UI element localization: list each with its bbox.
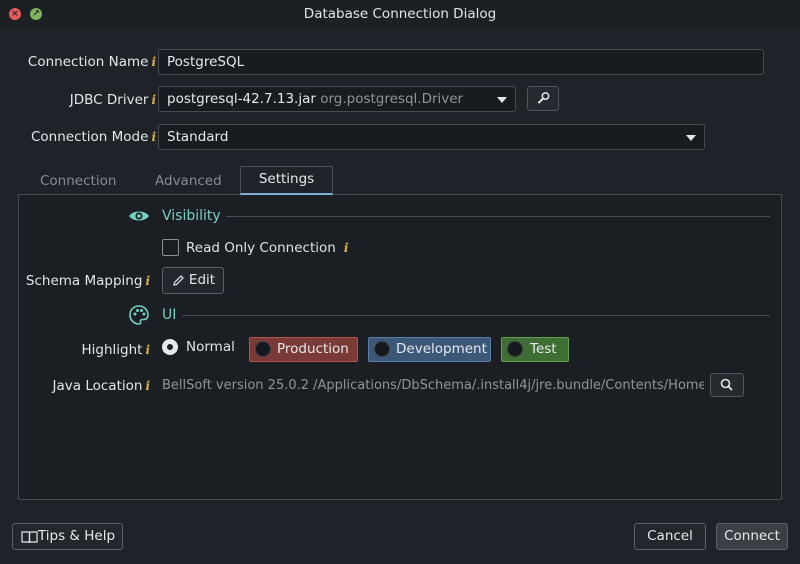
highlight-test-option[interactable]: Test xyxy=(501,337,569,362)
connection-name-input[interactable]: PostgreSQL xyxy=(158,49,764,75)
connect-button[interactable]: Connect xyxy=(716,523,788,550)
highlight-normal-radio[interactable] xyxy=(162,339,178,355)
info-icon[interactable]: i xyxy=(151,55,156,69)
search-icon xyxy=(720,378,733,391)
connection-name-label: Connection Name i xyxy=(10,54,156,70)
highlight-development-radio[interactable] xyxy=(374,341,390,357)
info-icon[interactable]: i xyxy=(145,343,150,357)
ui-divider xyxy=(182,315,770,316)
tab-connection[interactable]: Connection xyxy=(40,173,116,193)
connection-mode-label: Connection Mode i xyxy=(10,129,156,145)
title-bar: × ↗ Database Connection Dialog xyxy=(0,0,800,28)
ui-section-title: UI xyxy=(162,307,177,323)
highlight-normal-label[interactable]: Normal xyxy=(186,339,235,355)
wrench-icon xyxy=(537,92,550,104)
tab-settings[interactable]: Settings xyxy=(240,166,333,195)
connection-name-label-text: Connection Name xyxy=(27,54,149,70)
read-only-label: Read Only Connection i xyxy=(186,240,348,256)
highlight-production-radio[interactable] xyxy=(255,341,271,357)
connection-mode-value: Standard xyxy=(167,129,229,145)
tab-advanced[interactable]: Advanced xyxy=(155,173,222,193)
schema-mapping-edit-button[interactable]: Edit xyxy=(162,267,224,294)
read-only-checkbox[interactable] xyxy=(162,239,179,256)
highlight-production-option[interactable]: Production xyxy=(249,337,358,362)
visibility-section-title: Visibility xyxy=(162,208,221,224)
edit-button-label: Edit xyxy=(188,272,216,288)
pencil-icon xyxy=(173,275,184,286)
visibility-divider xyxy=(226,216,770,217)
window-title: Database Connection Dialog xyxy=(303,6,497,22)
info-icon[interactable]: i xyxy=(344,241,349,255)
schema-mapping-label-text: Schema Mapping xyxy=(25,273,143,289)
eye-icon xyxy=(129,211,149,221)
java-location-label-text: Java Location xyxy=(52,378,143,394)
connection-mode-label-text: Connection Mode xyxy=(30,129,149,145)
cancel-button[interactable]: Cancel xyxy=(634,523,706,550)
jdbc-driver-select[interactable]: postgresql-42.7.13.jar org.postgresql.Dr… xyxy=(158,86,516,112)
info-icon[interactable]: i xyxy=(151,130,156,144)
highlight-label: Highlight i xyxy=(10,342,150,358)
schema-mapping-label: Schema Mapping i xyxy=(10,273,150,289)
tips-help-label: Tips & Help xyxy=(37,528,116,544)
highlight-development-option[interactable]: Development xyxy=(368,337,491,362)
production-label: Production xyxy=(277,341,349,357)
java-location-label: Java Location i xyxy=(10,378,150,394)
info-icon[interactable]: i xyxy=(151,93,156,107)
connection-name-value: PostgreSQL xyxy=(167,54,245,70)
connection-mode-select[interactable]: Standard xyxy=(158,124,705,150)
book-icon xyxy=(21,531,38,544)
test-label: Test xyxy=(530,341,557,357)
chevron-down-icon xyxy=(497,97,507,103)
jdbc-driver-jar: postgresql-42.7.13.jar xyxy=(167,91,316,107)
jdbc-driver-label-text: JDBC Driver xyxy=(69,92,149,108)
development-label: Development xyxy=(396,341,487,357)
info-icon[interactable]: i xyxy=(145,379,150,393)
jdbc-driver-class: org.postgresql.Driver xyxy=(320,91,464,107)
driver-settings-button[interactable] xyxy=(527,86,559,111)
highlight-label-text: Highlight xyxy=(81,342,143,358)
java-location-browse-button[interactable] xyxy=(710,373,744,397)
jdbc-driver-label: JDBC Driver i xyxy=(10,92,156,108)
read-only-label-text: Read Only Connection xyxy=(186,240,336,256)
tips-help-button[interactable]: Tips & Help xyxy=(12,523,123,550)
info-icon[interactable]: i xyxy=(145,274,150,288)
palette-icon xyxy=(129,305,149,325)
java-location-value: BellSoft version 25.0.2 /Applications/Db… xyxy=(162,378,704,393)
chevron-down-icon xyxy=(686,135,696,141)
highlight-test-radio[interactable] xyxy=(507,341,523,357)
